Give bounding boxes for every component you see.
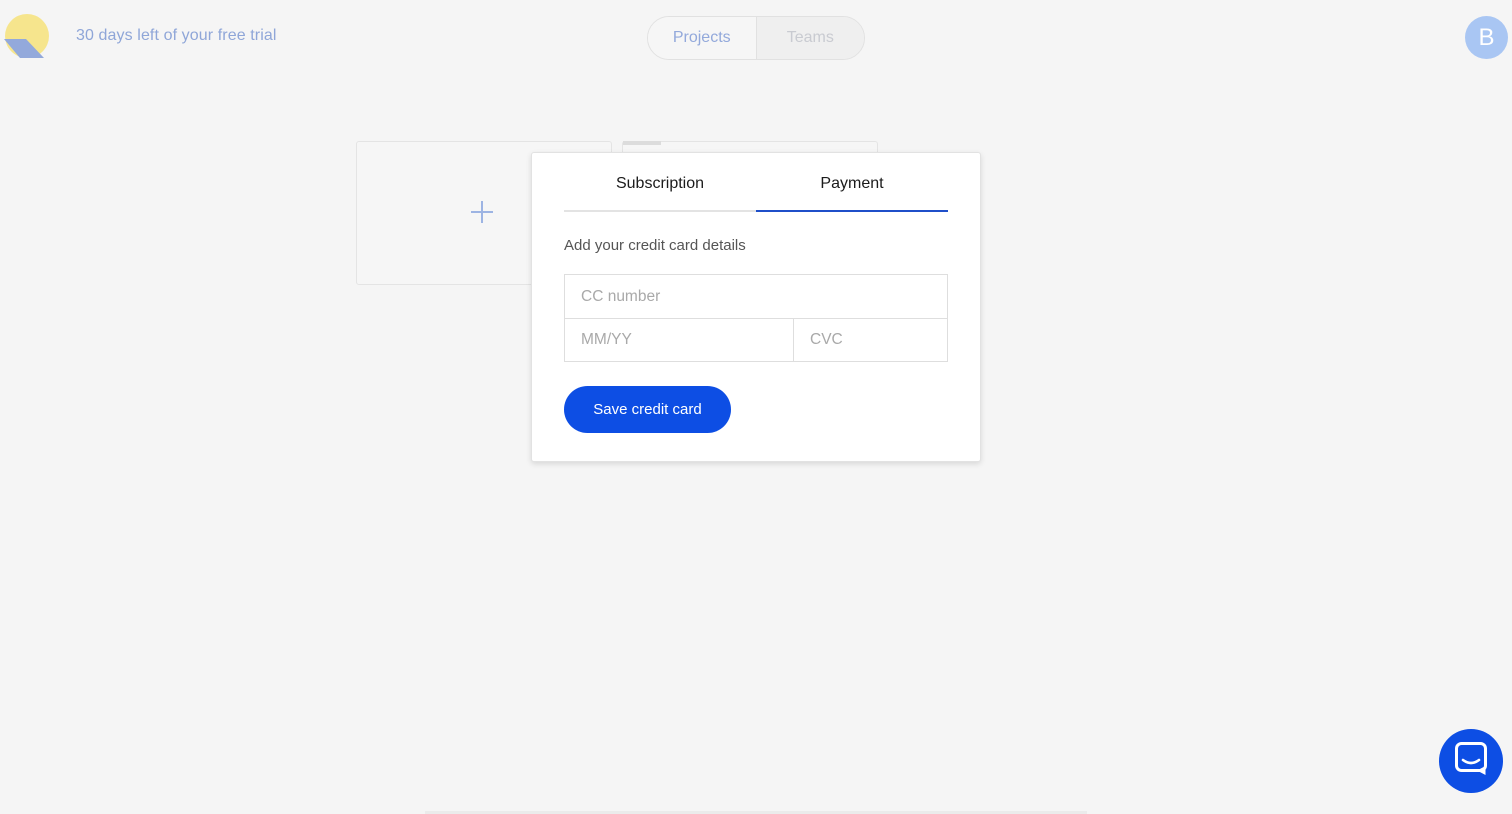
tab-payment[interactable]: Payment xyxy=(756,153,948,212)
save-credit-card-button[interactable]: Save credit card xyxy=(564,386,731,433)
user-avatar[interactable]: B xyxy=(1465,16,1508,59)
chat-launcher-button[interactable] xyxy=(1439,729,1503,793)
cc-number-input[interactable] xyxy=(564,274,948,319)
billing-tabs: Subscription Payment xyxy=(564,153,948,212)
billing-modal: Subscription Payment Add your credit car… xyxy=(531,152,981,462)
app-logo-icon[interactable] xyxy=(4,14,52,60)
project-card-tab xyxy=(623,141,661,145)
nav-teams-button[interactable]: Teams xyxy=(756,17,864,59)
tab-subscription[interactable]: Subscription xyxy=(564,153,756,210)
credit-card-heading: Add your credit card details xyxy=(564,237,746,254)
cc-cvc-input[interactable] xyxy=(793,318,948,362)
nav-projects-button[interactable]: Projects xyxy=(648,17,757,59)
chat-icon xyxy=(1455,741,1487,781)
cc-expiry-input[interactable] xyxy=(564,318,794,362)
projects-teams-toggle: Projects Teams xyxy=(647,16,865,60)
trial-status-text: 30 days left of your free trial xyxy=(76,27,277,44)
plus-icon xyxy=(470,200,494,224)
